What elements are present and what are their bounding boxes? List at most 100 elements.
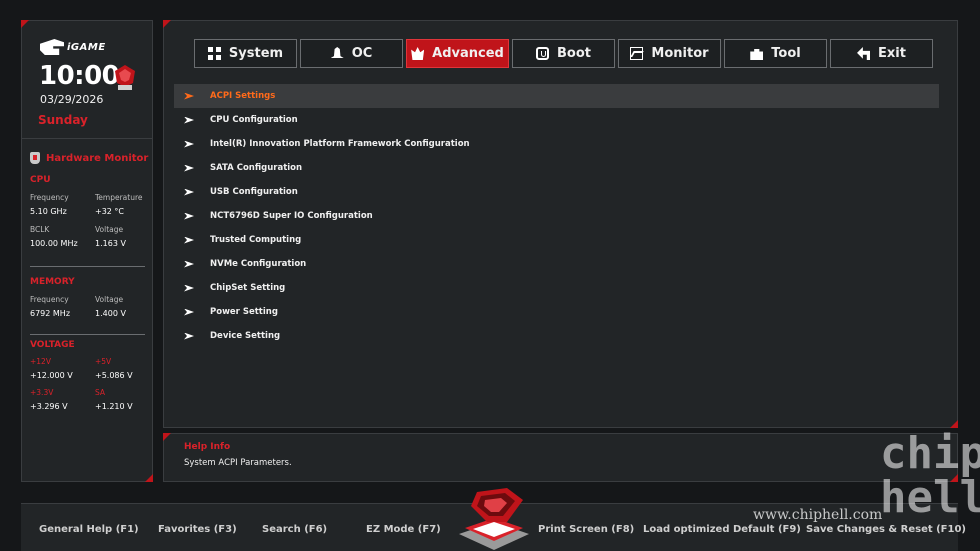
power-icon <box>536 47 549 60</box>
tab-bar: System OC Advanced Boot Monitor Tool Exi… <box>194 39 933 68</box>
sidebar-panel: iGAME 10:00 03/29/2026 Sunday Hardware M… <box>21 20 153 482</box>
cpu-frequency-value: 5.10 GHz <box>30 207 67 216</box>
igame-cube-logo-icon <box>459 488 529 550</box>
voltage-section-title: VOLTAGE <box>30 340 75 350</box>
tab-system[interactable]: System <box>194 39 297 68</box>
cpu-temperature-label: Temperature <box>95 193 143 202</box>
v33-label: +3.3V <box>30 388 54 397</box>
watermark-url: www.chiphell.com <box>753 507 883 523</box>
cpu-frequency-label: Frequency <box>30 193 69 202</box>
ez-mode-button[interactable]: EZ Mode (F7) <box>366 524 441 535</box>
v5-value: +5.086 V <box>95 371 133 380</box>
tab-label: System <box>228 46 284 61</box>
menu-item-trusted-computing[interactable]: Trusted Computing <box>174 228 939 252</box>
menu-item-label: ACPI Settings <box>210 91 276 101</box>
arrow-right-icon <box>184 164 194 172</box>
tab-oc[interactable]: OC <box>300 39 403 68</box>
arrow-right-icon <box>184 236 194 244</box>
menu-item-label: USB Configuration <box>210 187 298 197</box>
sa-value: +1.210 V <box>95 402 133 411</box>
menu-item-label: NVMe Configuration <box>210 259 307 269</box>
toolbox-icon <box>750 48 764 60</box>
cpu-section-title: CPU <box>30 175 51 185</box>
brand-logo: iGAME <box>40 39 106 55</box>
menu-item-label: Intel(R) Innovation Platform Framework C… <box>210 139 470 149</box>
arrow-right-icon <box>184 188 194 196</box>
chart-icon <box>630 47 644 60</box>
menu-item-label: Power Setting <box>210 307 278 317</box>
grid-icon <box>207 47 221 60</box>
igame-logo-icon <box>40 39 64 55</box>
tab-boot[interactable]: Boot <box>512 39 615 68</box>
arrow-right-icon <box>184 284 194 292</box>
search-button[interactable]: Search (F6) <box>262 524 327 535</box>
menu-item-cpu-configuration[interactable]: CPU Configuration <box>174 108 939 132</box>
menu-item-label: ChipSet Setting <box>210 283 286 293</box>
tab-label: Boot <box>557 46 591 61</box>
arrow-right-icon <box>184 116 194 124</box>
cpu-temperature-value: +32 °C <box>95 207 125 216</box>
v5-label: +5V <box>95 357 112 366</box>
menu-item-power-setting[interactable]: Power Setting <box>174 300 939 324</box>
memory-frequency-value: 6792 MHz <box>30 309 71 318</box>
print-screen-button[interactable]: Print Screen (F8) <box>538 524 634 535</box>
tab-exit[interactable]: Exit <box>830 39 933 68</box>
cpu-bclk-value: 100.00 MHz <box>30 239 78 248</box>
menu-item-super-io-configuration[interactable]: NCT6796D Super IO Configuration <box>174 204 939 228</box>
advanced-menu-list: ACPI Settings CPU Configuration Intel(R)… <box>174 84 939 348</box>
menu-item-nvme-configuration[interactable]: NVMe Configuration <box>174 252 939 276</box>
clock-date: 03/29/2026 <box>40 93 104 106</box>
menu-item-label: Device Setting <box>210 331 281 341</box>
tab-label: Exit <box>878 46 906 61</box>
cpu-bclk-label: BCLK <box>30 225 50 234</box>
divider <box>30 266 145 267</box>
load-defaults-button[interactable]: Load optimized Default (F9) <box>643 524 801 535</box>
tab-monitor[interactable]: Monitor <box>618 39 721 68</box>
menu-item-ipf-configuration[interactable]: Intel(R) Innovation Platform Framework C… <box>174 132 939 156</box>
tab-label: OC <box>351 46 373 61</box>
crown-icon <box>411 47 425 60</box>
memory-frequency-label: Frequency <box>30 295 69 304</box>
hardware-monitor-title: Hardware Monitor <box>30 152 148 164</box>
menu-item-label: SATA Configuration <box>210 163 303 173</box>
sa-label: SA <box>95 388 106 397</box>
arrow-right-icon <box>184 308 194 316</box>
memory-section-title: MEMORY <box>30 277 75 287</box>
menu-item-sata-configuration[interactable]: SATA Configuration <box>174 156 939 180</box>
tab-tool[interactable]: Tool <box>724 39 827 68</box>
tab-advanced[interactable]: Advanced <box>406 39 509 68</box>
help-title: Help Info <box>184 442 231 452</box>
return-icon <box>857 47 871 60</box>
v12-label: +12V <box>30 357 51 366</box>
menu-item-usb-configuration[interactable]: USB Configuration <box>174 180 939 204</box>
cpu-voltage-label: Voltage <box>95 225 124 234</box>
main-panel: System OC Advanced Boot Monitor Tool Exi… <box>163 20 958 428</box>
favorites-button[interactable]: Favorites (F3) <box>158 524 237 535</box>
arrow-right-icon <box>184 140 194 148</box>
memory-voltage-value: 1.400 V <box>95 309 126 318</box>
menu-item-label: CPU Configuration <box>210 115 298 125</box>
rocket-icon <box>330 47 344 59</box>
general-help-button[interactable]: General Help (F1) <box>39 524 139 535</box>
divider <box>30 334 145 335</box>
save-reset-button[interactable]: Save Changes & Reset (F10) <box>806 524 966 535</box>
help-text: System ACPI Parameters. <box>184 458 292 468</box>
tab-label: Tool <box>771 46 801 61</box>
clock-day: Sunday <box>38 113 88 127</box>
clock-time: 10:00 <box>39 61 120 91</box>
hardware-monitor-label: Hardware Monitor <box>46 152 149 164</box>
brand-name: iGAME <box>67 41 106 53</box>
hardware-monitor-icon <box>30 152 40 164</box>
arrow-right-icon <box>184 260 194 268</box>
watermark-logo: chip hell <box>880 428 980 523</box>
menu-item-acpi-settings[interactable]: ACPI Settings <box>174 84 939 108</box>
mascot-icon <box>115 65 135 90</box>
divider <box>22 138 152 139</box>
tab-label: Advanced <box>432 46 504 61</box>
arrow-right-icon <box>184 212 194 220</box>
menu-item-device-setting[interactable]: Device Setting <box>174 324 939 348</box>
menu-item-label: NCT6796D Super IO Configuration <box>210 211 373 221</box>
help-panel: Help Info System ACPI Parameters. <box>163 433 958 482</box>
arrow-right-icon <box>184 332 194 340</box>
menu-item-chipset-setting[interactable]: ChipSet Setting <box>174 276 939 300</box>
